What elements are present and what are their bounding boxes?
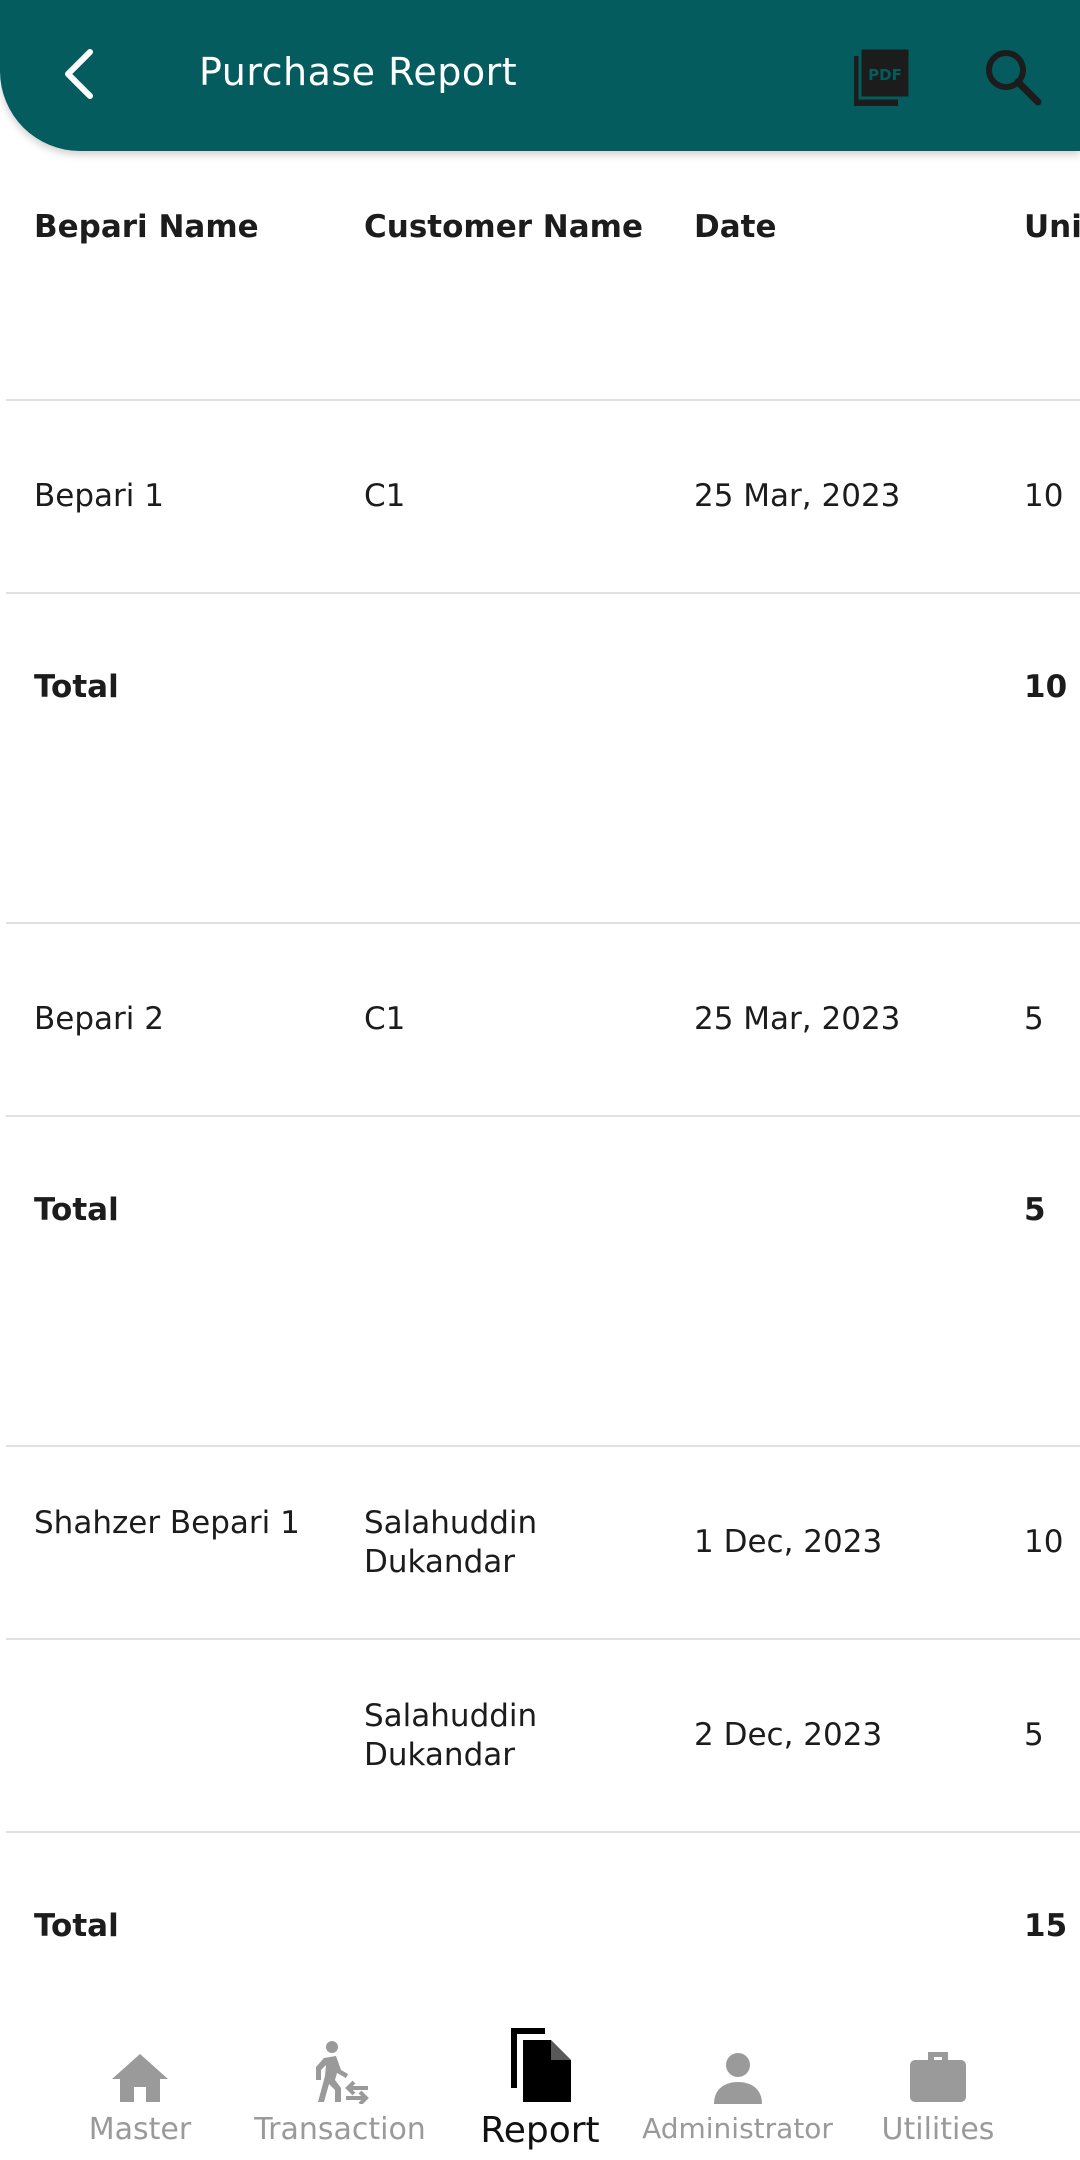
nav-item-utilities[interactable]: Utilities	[873, 2010, 1003, 2160]
table-header-row: Bepari Name Customer Name Date Uni	[6, 151, 1080, 401]
customer-name-cell: Salahuddin Dukandar	[364, 1698, 538, 1773]
pdf-export-button[interactable]: PDF	[850, 44, 916, 110]
total-value: 5	[1024, 1192, 1046, 1228]
date-cell: 25 Mar, 2023	[694, 1001, 901, 1037]
date-cell: 25 Mar, 2023	[694, 478, 901, 514]
bepari-name-cell: Shahzer Bepari 1	[34, 1505, 300, 1541]
column-header-customer-name: Customer Name	[364, 209, 643, 245]
search-button[interactable]	[980, 44, 1046, 110]
purchase-report-table: Bepari Name Customer Name Date Uni Bepar…	[0, 151, 1080, 1973]
page-title: Purchase Report	[199, 50, 518, 94]
total-label: Total	[34, 1908, 119, 1944]
pdf-icon: PDF	[854, 46, 912, 106]
nav-label: Administrator	[642, 2112, 833, 2145]
total-value: 15	[1024, 1908, 1068, 1944]
nav-item-transaction[interactable]: Transaction	[245, 2010, 435, 2160]
bottom-navigation: Master Transaction Report Administrator …	[0, 2010, 1080, 2160]
units-cell: 10	[1024, 478, 1064, 514]
units-cell: 5	[1024, 1717, 1044, 1753]
customer-name-cell: Salahuddin Dukandar	[364, 1505, 538, 1580]
app-bar: Purchase Report PDF	[0, 0, 1080, 151]
customer-name-cell: C1	[364, 478, 406, 514]
bepari-name-cell: Bepari 2	[34, 1001, 164, 1037]
table-row[interactable]: Bepari 2 C1 25 Mar, 2023 5	[6, 924, 1080, 1117]
transaction-icon	[316, 2041, 369, 2104]
table-row[interactable]: Shahzer Bepari 1 Salahuddin Dukandar 1 D…	[6, 1447, 1080, 1640]
column-header-units: Uni	[1024, 209, 1080, 245]
total-label: Total	[34, 669, 119, 705]
briefcase-icon	[910, 2052, 966, 2102]
bepari-name-cell: Bepari 1	[34, 478, 164, 514]
svg-text:PDF: PDF	[868, 66, 902, 84]
person-icon	[713, 2053, 762, 2104]
total-value: 10	[1024, 669, 1068, 705]
table-row[interactable]: Bepari 1 C1 25 Mar, 2023 10	[6, 401, 1080, 594]
date-cell: 1 Dec, 2023	[694, 1524, 883, 1560]
customer-name-cell: C1	[364, 1001, 406, 1037]
back-button[interactable]	[48, 38, 108, 110]
total-row: Total 15	[6, 1833, 1080, 1973]
total-row: Total 10	[6, 594, 1080, 924]
nav-label: Report	[480, 2110, 600, 2151]
column-header-date: Date	[694, 209, 777, 245]
report-icon	[511, 2028, 571, 2102]
column-header-bepari-name: Bepari Name	[34, 209, 259, 245]
nav-label: Utilities	[881, 2112, 995, 2147]
table-row[interactable]: Salahuddin Dukandar 2 Dec, 2023 5	[6, 1640, 1080, 1833]
back-arrow-icon	[65, 49, 93, 99]
units-cell: 5	[1024, 1001, 1044, 1037]
date-cell: 2 Dec, 2023	[694, 1717, 883, 1753]
total-row: Total 5	[6, 1117, 1080, 1447]
total-label: Total	[34, 1192, 119, 1228]
nav-label: Master	[88, 2112, 192, 2147]
nav-label: Transaction	[254, 2112, 426, 2147]
units-cell: 10	[1024, 1524, 1064, 1560]
home-icon	[112, 2054, 168, 2102]
nav-item-report[interactable]: Report	[470, 2010, 610, 2160]
nav-item-master[interactable]: Master	[80, 2010, 200, 2160]
nav-item-administrator[interactable]: Administrator	[640, 2010, 835, 2160]
search-icon	[986, 50, 1042, 106]
